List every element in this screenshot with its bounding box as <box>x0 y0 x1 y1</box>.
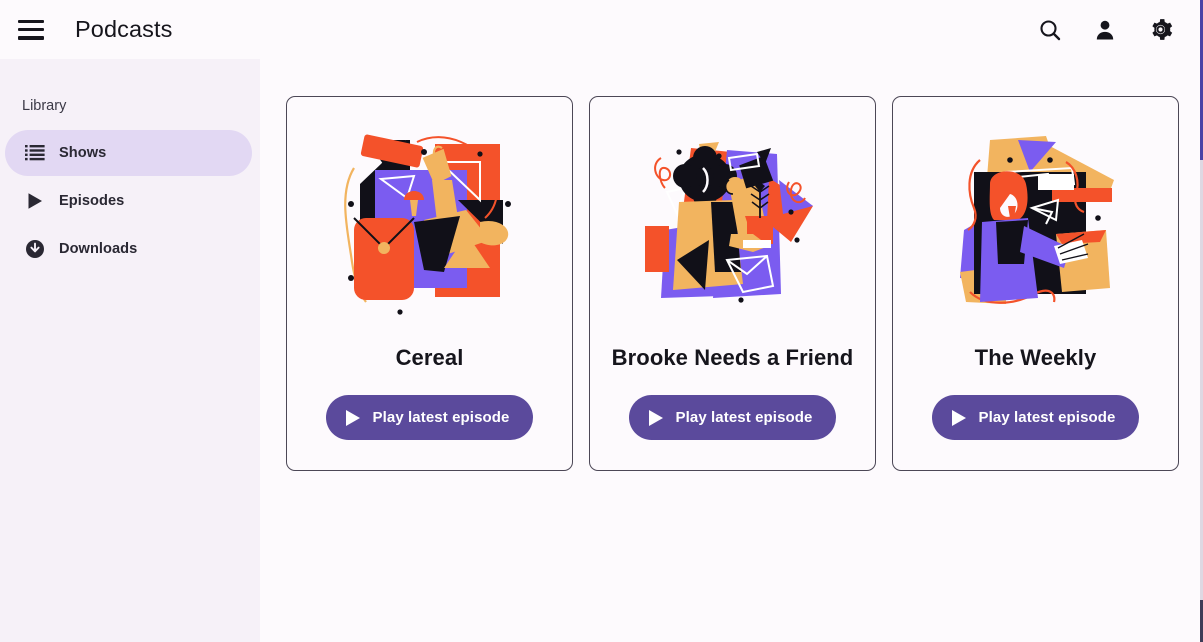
sidebar-item-shows[interactable]: Shows <box>5 130 252 176</box>
hamburger-menu-icon[interactable] <box>18 19 44 40</box>
sidebar-item-label: Shows <box>59 145 107 161</box>
search-icon[interactable] <box>1037 17 1063 43</box>
show-card-grid: Cereal Play latest episode Brooke Needs … <box>286 96 1179 471</box>
show-title: Cereal <box>395 345 464 370</box>
abstract-podcast-art-1-icon <box>339 122 520 322</box>
show-title: Brooke Needs a Friend <box>611 345 854 370</box>
sidebar-section-title: Library <box>22 98 67 114</box>
sidebar-nav-list: Shows Episodes Downloads <box>0 130 260 272</box>
play-icon <box>24 190 46 212</box>
page-title: Podcasts <box>75 16 173 42</box>
abstract-podcast-art-2-icon <box>642 122 823 322</box>
sidebar-item-label: Episodes <box>59 193 125 209</box>
app-window: Podcasts Library Shows Episodes Download… <box>0 0 1203 642</box>
account-icon[interactable] <box>1092 17 1118 43</box>
play-latest-episode-button[interactable]: Play latest episode <box>628 395 837 440</box>
play-latest-episode-button[interactable]: Play latest episode <box>931 395 1140 440</box>
hamburger-bar <box>18 19 44 24</box>
play-icon <box>951 409 966 426</box>
play-icon <box>345 409 360 426</box>
play-icon <box>648 409 663 426</box>
play-button-label: Play latest episode <box>372 409 510 426</box>
hamburger-bar <box>18 35 44 40</box>
settings-gear-icon[interactable] <box>1147 17 1173 43</box>
app-header: Podcasts <box>0 0 1203 59</box>
show-title: The Weekly <box>974 345 1097 370</box>
show-card[interactable]: Brooke Needs a Friend Play latest episod… <box>589 96 876 471</box>
hamburger-bar <box>18 27 44 32</box>
play-latest-episode-button[interactable]: Play latest episode <box>325 395 534 440</box>
show-card[interactable]: Cereal Play latest episode <box>286 96 573 471</box>
show-card[interactable]: The Weekly Play latest episode <box>892 96 1179 471</box>
abstract-podcast-art-3-icon <box>945 122 1126 322</box>
sidebar-item-label: Downloads <box>59 241 138 257</box>
list-icon <box>24 142 46 164</box>
play-button-label: Play latest episode <box>675 409 813 426</box>
sidebar: Library Shows Episodes Downloads <box>0 59 260 642</box>
play-button-label: Play latest episode <box>978 409 1116 426</box>
sidebar-item-downloads[interactable]: Downloads <box>5 226 252 272</box>
sidebar-item-episodes[interactable]: Episodes <box>5 178 252 224</box>
download-icon <box>24 238 46 260</box>
header-actions <box>1037 17 1173 43</box>
main-content: Cereal Play latest episode Brooke Needs … <box>260 59 1203 642</box>
